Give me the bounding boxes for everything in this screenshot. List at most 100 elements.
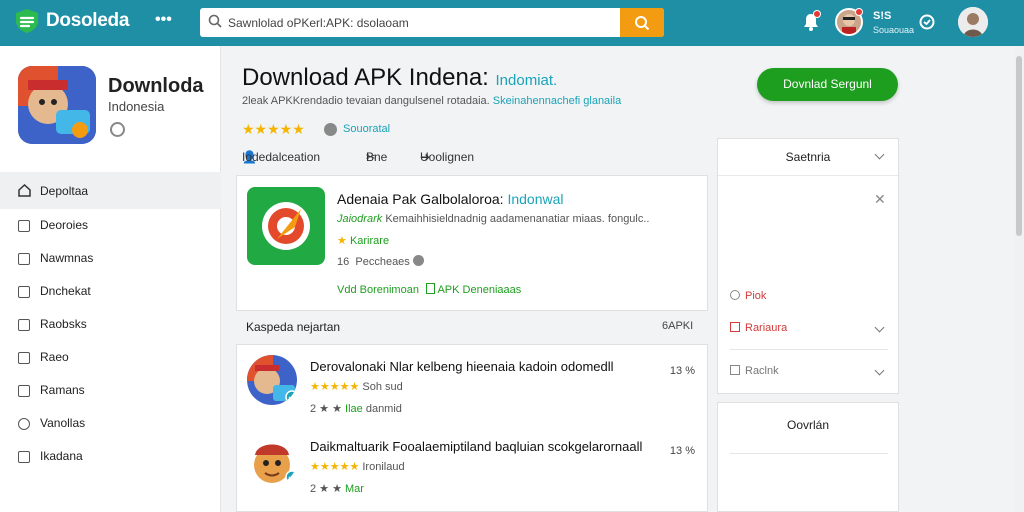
sidebar-item-compass[interactable]: Vanollas bbox=[0, 407, 221, 440]
side-panel-2-title: Oovrlán bbox=[786, 418, 830, 432]
search-button[interactable] bbox=[620, 8, 664, 37]
sidebar-item-label: Nawmnas bbox=[40, 251, 94, 265]
featured-links: Vdd Borenimoan APK Deneniaaas bbox=[337, 283, 521, 296]
list-item-icon bbox=[247, 355, 297, 405]
list-item-rating-text: Ironilaud bbox=[362, 461, 405, 473]
meta-label: Bne bbox=[366, 150, 388, 164]
sidebar-item-label: Raobsks bbox=[40, 317, 87, 331]
featured-link-2[interactable]: APK Deneniaaas bbox=[437, 284, 521, 296]
list-item[interactable]: Derovalonaki Nlar kelbeng hieenaia kadoi… bbox=[237, 345, 707, 425]
sidebar-item-books[interactable]: Raobsks bbox=[0, 308, 221, 341]
divider bbox=[730, 453, 888, 454]
filter-option-2[interactable]: Rariaura bbox=[730, 322, 787, 334]
page-title-tag: Indomiat. bbox=[495, 72, 558, 89]
dots-icon[interactable]: ••• bbox=[155, 11, 172, 29]
sidebar-item-home[interactable]: Depoltaa bbox=[0, 172, 221, 209]
filter-panel-header[interactable]: Saetnria bbox=[718, 139, 898, 176]
sidebar-nav: Depoltaa Deoroies Nawmnas Dnchekat Raobs… bbox=[0, 172, 221, 473]
featured-stars-label: Karirare bbox=[349, 235, 390, 247]
list-item-stars: ★★★★★ bbox=[310, 381, 360, 393]
list-item-meta: 2 ★ ★ Mar bbox=[310, 482, 364, 495]
search-icon bbox=[208, 14, 222, 31]
filter-option-1[interactable]: Piok bbox=[730, 290, 766, 302]
sidebar-item-label: Deoroies bbox=[40, 218, 89, 232]
featured-count: 16 Peccheaes bbox=[337, 255, 424, 268]
filter-option-label: Raclnk bbox=[745, 365, 779, 377]
edit-icon bbox=[18, 253, 30, 265]
book-icon bbox=[18, 319, 30, 331]
status-icon[interactable] bbox=[918, 13, 936, 34]
search-bar bbox=[200, 8, 664, 37]
sidebar-item-label: Vanollas bbox=[40, 416, 86, 430]
user-sub: Souaouaa bbox=[873, 25, 915, 35]
filter-option-label: Piok bbox=[745, 290, 767, 302]
user-badge bbox=[855, 8, 863, 16]
list-item[interactable]: Daikmaltuarik Fooalaemiptiland baqluian … bbox=[237, 425, 707, 505]
sidebar-item-edit[interactable]: Nawmnas bbox=[0, 242, 221, 275]
sidebar-item-checkbox[interactable]: Raeo bbox=[0, 341, 221, 374]
sidebar-item-folders[interactable]: Deoroies bbox=[0, 209, 221, 242]
featured-desc-text: Kemaihhisieldnadnig aadamenanatiar miaas… bbox=[385, 213, 650, 225]
featured-desc: Jaiodrark Kemaihhisieldnadnig aadamenana… bbox=[337, 213, 649, 225]
meta-label: Iodedalceation bbox=[242, 150, 321, 164]
app-icon bbox=[18, 66, 96, 144]
page-subtitle-text: 2leak APKKrendadio tevaian dangulsenel r… bbox=[242, 95, 490, 107]
sidebar-item-documents[interactable]: Dnchekat bbox=[0, 275, 221, 308]
checkbox-icon bbox=[730, 322, 740, 332]
checkbox-icon bbox=[730, 365, 740, 375]
sidebar-item-users[interactable]: Ramans bbox=[0, 374, 221, 407]
star-icon: ★ bbox=[337, 235, 347, 247]
bell-icon[interactable] bbox=[802, 10, 821, 35]
page-subtitle-tag: Skeinahennachefi glanaila bbox=[492, 95, 622, 107]
file-icon bbox=[426, 283, 436, 294]
list-item-icon bbox=[247, 435, 297, 485]
list-item-right: 13 % bbox=[669, 365, 695, 377]
clock-icon bbox=[110, 122, 125, 137]
featured-app-icon bbox=[247, 187, 325, 265]
rating-label[interactable]: Souoratal bbox=[343, 123, 390, 135]
section-heading: Kaspeda nejartan bbox=[246, 320, 341, 334]
featured-title: Adenaia Pak Galbolaloroa: Indonwal bbox=[337, 191, 564, 207]
brand-name[interactable]: Dosoleda bbox=[46, 10, 129, 32]
chevron-down-icon[interactable] bbox=[874, 365, 885, 376]
chevron-down-icon[interactable] bbox=[874, 322, 885, 333]
home-icon bbox=[18, 183, 31, 197]
section-right-label[interactable]: 6APKI bbox=[662, 320, 693, 332]
filter-option-3[interactable]: Raclnk bbox=[730, 365, 779, 377]
list-item-title: Daikmaltuarik Fooalaemiptiland baqluian … bbox=[310, 439, 643, 454]
page-title: Download APK Indena: Indomiat. bbox=[242, 64, 557, 92]
profile-avatar[interactable] bbox=[958, 7, 988, 37]
square-icon bbox=[18, 451, 30, 463]
download-button[interactable]: Dovnlad Sergunl bbox=[757, 68, 898, 101]
featured-count-value: 16 bbox=[337, 256, 350, 268]
featured-count-label: Peccheaes bbox=[355, 256, 410, 268]
sidebar-item-label: Ramans bbox=[40, 383, 85, 397]
close-icon[interactable]: ✕ bbox=[874, 191, 886, 208]
app-subtitle: Indonesia bbox=[108, 99, 165, 114]
list-item-title: Derovalonaki Nlar kelbeng hieenaia kadoi… bbox=[310, 359, 614, 374]
featured-card[interactable]: Adenaia Pak Galbolaloroa: Indonwal Jaiod… bbox=[236, 175, 708, 311]
sidebar-item-label: Ikadana bbox=[40, 449, 83, 463]
list-item-meta: 2 ★ ★ Ilae danmid bbox=[310, 402, 402, 415]
folder-icon bbox=[18, 220, 30, 232]
scrollbar-thumb[interactable] bbox=[1016, 56, 1022, 236]
list-item-rating: ★★★★★ Soh sud bbox=[310, 380, 403, 393]
list-item-stars: ★★★★★ bbox=[310, 461, 360, 473]
sidebar-item-square[interactable]: Ikadana bbox=[0, 440, 221, 473]
app-title: Downloda bbox=[108, 75, 204, 97]
rating-stars: ★★★★★ bbox=[242, 121, 305, 137]
search-input[interactable] bbox=[228, 8, 618, 37]
logo-icon[interactable] bbox=[14, 8, 40, 34]
user-label[interactable]: S!S bbox=[873, 10, 891, 22]
featured-link[interactable]: Vdd Borenimoan bbox=[337, 284, 419, 296]
list-item-meta-prefix: 2 ★ ★ bbox=[310, 403, 342, 415]
verified-icon bbox=[285, 470, 297, 485]
filter-option-label: Rariaura bbox=[745, 322, 788, 334]
side-panel-2: Oovrlán bbox=[717, 402, 899, 512]
scrollbar[interactable] bbox=[1014, 46, 1024, 512]
list-item-meta-prefix: 2 ★ ★ bbox=[310, 483, 342, 495]
sidebar: Downloda Indonesia Depoltaa Deoroies Naw… bbox=[0, 46, 221, 512]
featured-title-text: Adenaia Pak Galbolaloroa: bbox=[337, 191, 504, 207]
list-item-meta-suffix: danmid bbox=[365, 403, 402, 415]
rating-row: ★★★★★ Souoratal bbox=[242, 121, 390, 138]
